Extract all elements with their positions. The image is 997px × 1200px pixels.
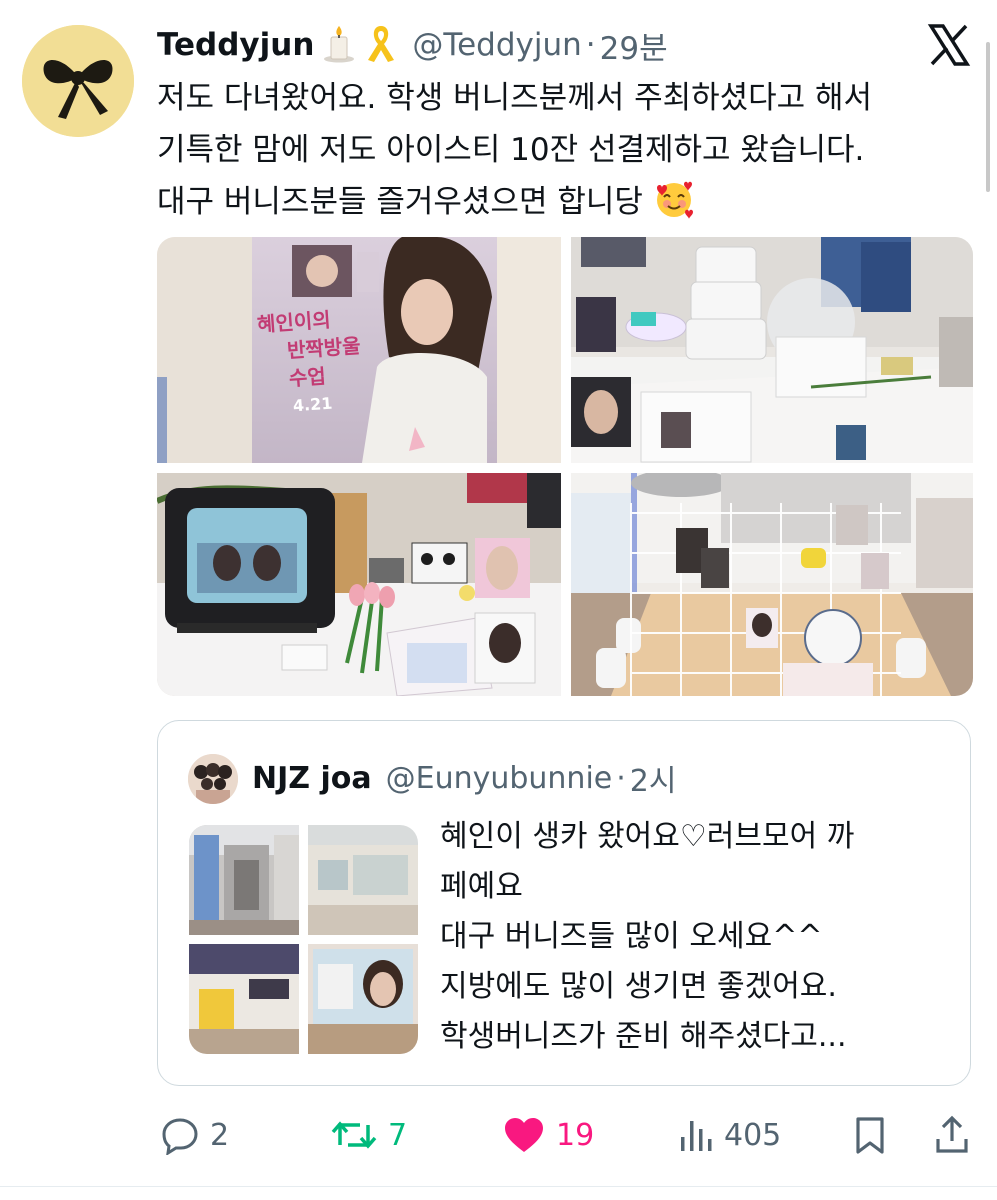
author-name[interactable]: Teddyjun [157, 27, 314, 63]
tweet-text-line: 대구 버니즈분들 즐거우셨으면 합니당 [157, 176, 987, 236]
like-button[interactable]: 19 [502, 1100, 594, 1170]
reply-button[interactable]: 2 [160, 1100, 229, 1170]
separator-dot: · [616, 760, 626, 796]
author-handle[interactable]: @Teddyjun [412, 27, 581, 63]
repost-icon [331, 1121, 377, 1149]
bow-icon [22, 25, 134, 137]
photo-cafe-grid[interactable] [571, 473, 973, 696]
quoted-tweet-time[interactable]: 2시 [630, 756, 677, 800]
bookmark-icon [856, 1117, 884, 1154]
photo-tv-flowers[interactable] [157, 473, 561, 696]
photo-cake-table[interactable] [571, 237, 973, 463]
candle-icon [322, 23, 356, 67]
separator-dot: · [585, 27, 596, 63]
tweet-text-line: 기특한 맘에 저도 아이스티 10잔 선결제하고 왔습니다. [157, 132, 865, 168]
repost-button[interactable]: 7 [330, 1100, 407, 1170]
views-button[interactable]: 405 [678, 1100, 781, 1170]
repost-count: 7 [388, 1117, 408, 1153]
bookmark-button[interactable] [852, 1100, 888, 1170]
heart-filled-icon [505, 1118, 543, 1152]
views-count: 405 [724, 1117, 782, 1153]
author-avatar[interactable] [22, 25, 134, 137]
quoted-photo-projection[interactable] [308, 825, 418, 935]
quoted-author-avatar[interactable] [188, 754, 238, 804]
quoted-text-line: 학생버니즈가 준비 해주셨다고... [440, 1019, 847, 1054]
action-bar: 2 7 19 405 [0, 1100, 997, 1170]
quoted-tweet-header: NJZ joa @Eunyubunnie · 2시 [252, 752, 676, 804]
quoted-author-name[interactable]: NJZ joa [252, 761, 372, 796]
media-grid: 혜인이의 반짝방울 수업 4.21 [157, 237, 973, 696]
reply-count: 2 [210, 1117, 230, 1153]
tweet-text: 저도 다녀왔어요. 학생 버니즈분께서 주최하셨다고 해서 기특한 맘에 저도 … [157, 72, 987, 236]
quoted-media-grid [189, 825, 418, 1054]
quoted-photo-counter[interactable] [189, 944, 299, 1054]
photo-poster[interactable]: 혜인이의 반짝방울 수업 4.21 [157, 237, 561, 463]
quoted-tweet-text: 혜인이 생카 왔어요♡러브모어 까 페예요 대구 버니즈들 많이 오세요^^ 지… [440, 812, 960, 1062]
share-button[interactable] [934, 1100, 970, 1170]
divider [0, 1186, 997, 1187]
poster-caption: 혜인이의 반짝방울 수업 4.21 [256, 307, 362, 416]
views-chart-icon [681, 1121, 712, 1151]
quoted-photo-entrance[interactable] [189, 825, 299, 935]
quoted-author-handle[interactable]: @Eunyubunnie [386, 761, 613, 796]
quoted-text-line: 지방에도 많이 생기면 좋겠어요. [440, 969, 837, 1004]
quoted-text-line: 혜인이 생카 왔어요♡러브모어 까 [440, 819, 855, 854]
reply-icon [162, 1118, 198, 1155]
tweet-time[interactable]: 29분 [600, 23, 668, 68]
quoted-text-line: 페예요 [440, 869, 523, 904]
smiling-face-with-hearts-icon [653, 178, 695, 236]
like-count: 19 [556, 1117, 595, 1153]
yellow-ribbon-icon [364, 22, 398, 68]
tweet-header: Teddyjun @Teddyjun · 29분 [157, 20, 668, 70]
quoted-photo-poster[interactable] [308, 944, 418, 1054]
quoted-text-line: 대구 버니즈들 많이 오세요^^ [440, 919, 823, 954]
tweet-text-line: 저도 다녀왔어요. 학생 버니즈분께서 주최하셨다고 해서 [157, 80, 873, 116]
share-icon [936, 1115, 968, 1153]
x-logo-icon[interactable] [926, 22, 972, 68]
